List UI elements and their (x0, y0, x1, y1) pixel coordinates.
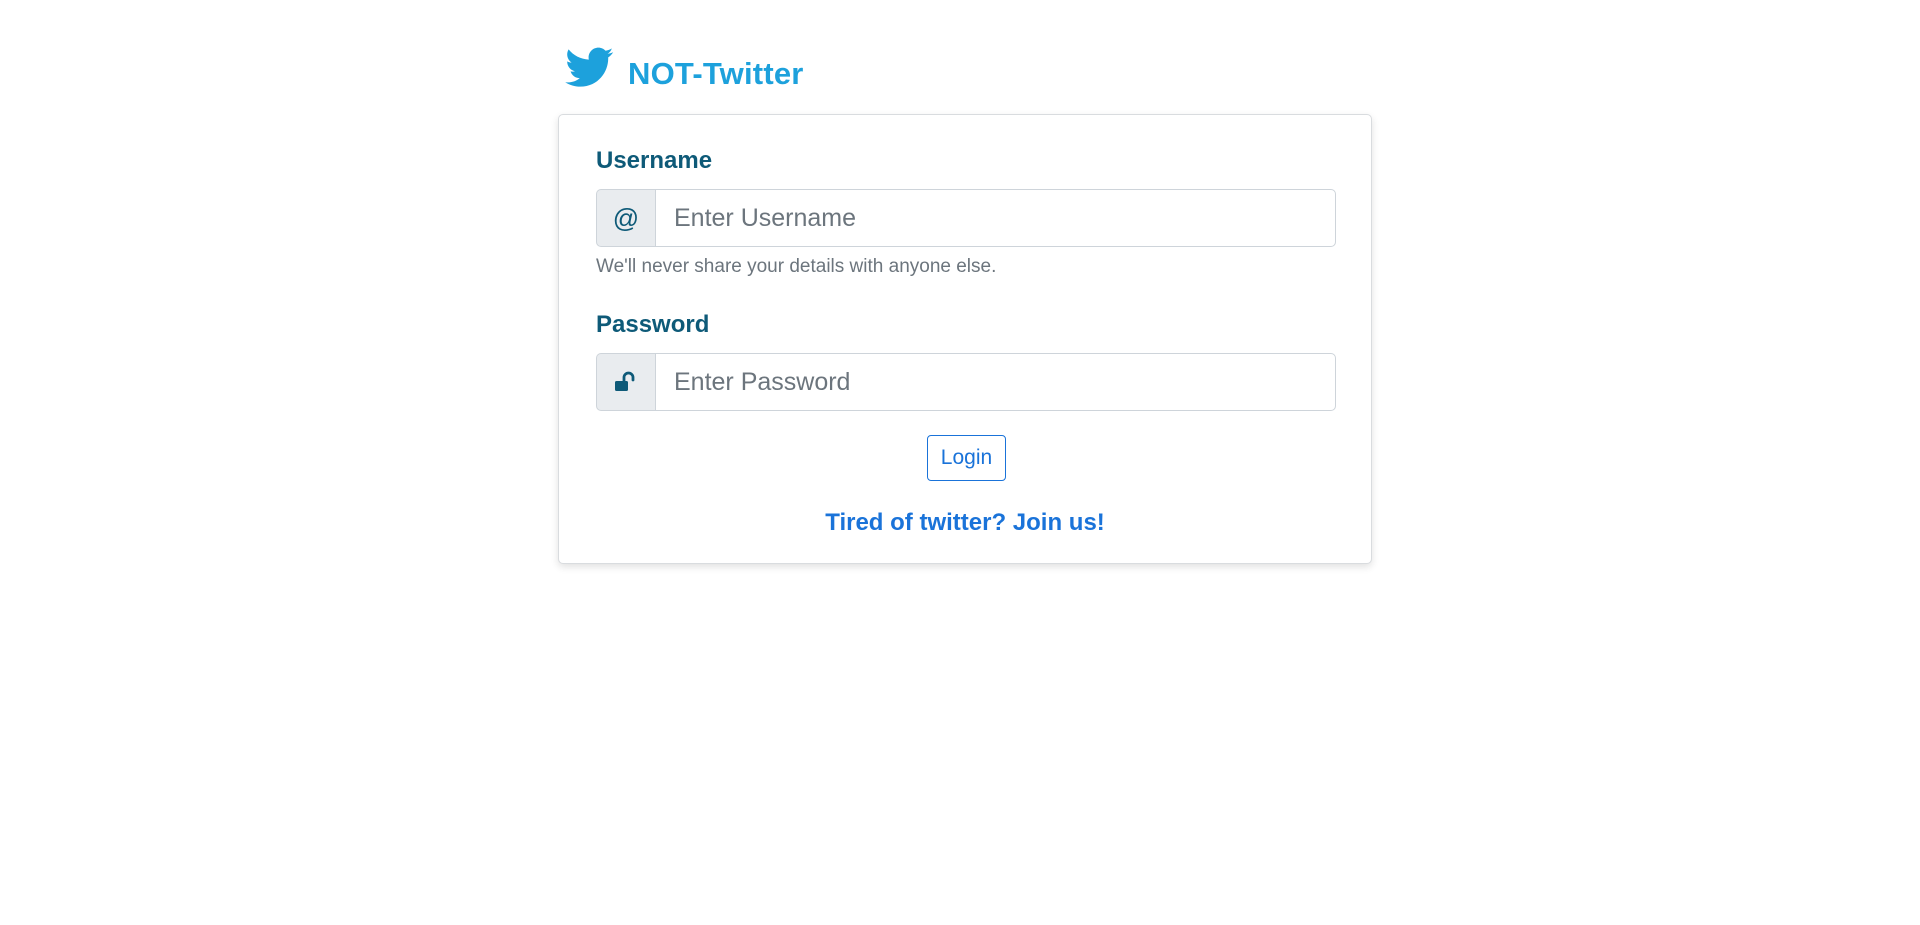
password-label: Password (596, 311, 710, 338)
brand-header: NOT-Twitter (562, 42, 804, 92)
password-input-group (596, 353, 1336, 411)
login-button[interactable]: Login (927, 435, 1006, 481)
unlock-icon (615, 371, 635, 391)
password-addon (596, 353, 655, 411)
username-label: Username (596, 147, 713, 174)
username-help-text: We'll never share your details with anyo… (596, 256, 997, 277)
password-input[interactable] (655, 353, 1336, 411)
brand-name[interactable]: NOT-Twitter (628, 56, 804, 92)
join-link[interactable]: Tired of twitter? Join us! (559, 509, 1371, 537)
username-input-group: @ (596, 189, 1336, 247)
username-input[interactable] (655, 189, 1336, 247)
twitter-bird-icon (565, 47, 614, 87)
at-sign-addon: @ (596, 189, 655, 247)
login-card: Username @ We'll never share your detail… (558, 114, 1372, 564)
